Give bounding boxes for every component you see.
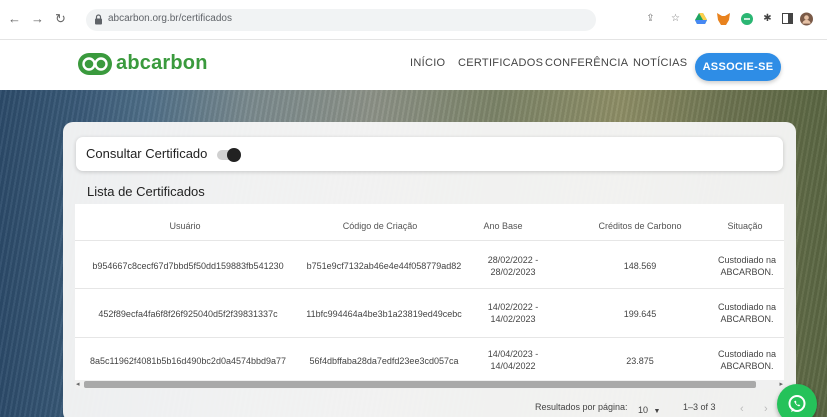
scroll-right-icon[interactable]: ▸ [779, 380, 783, 388]
column-header-situacao[interactable]: Situação [715, 221, 775, 231]
row-divider [75, 337, 784, 338]
cell-creditos: 23.875 [626, 356, 654, 366]
back-icon[interactable]: ← [8, 12, 21, 26]
chevron-down-icon: ▼ [653, 408, 661, 415]
puzzle-icon[interactable]: ✱ [761, 12, 774, 25]
nav-inicio[interactable]: INÍCIO [410, 57, 445, 69]
profile-avatar[interactable] [800, 12, 813, 25]
cell-ano-base-end: 28/02/2023 [490, 267, 536, 277]
metamask-icon[interactable] [717, 12, 730, 25]
cell-situacao-line1: Custodiado na [717, 255, 777, 265]
cell-ano-base-start: 28/02/2022 - [487, 255, 539, 265]
column-header-usuario[interactable]: Usuário [155, 221, 215, 231]
rows-per-page-value: 10 [638, 405, 649, 415]
cell-creditos: 199.645 [623, 309, 657, 319]
cell-usuario: b954667c8cecf67d7bbd5f50dd159883fb541230 [92, 261, 284, 271]
share-icon[interactable]: ⇪ [644, 12, 657, 25]
whatsapp-button[interactable] [777, 384, 817, 417]
nav-noticias[interactable]: NOTÍCIAS [633, 57, 687, 69]
brand-name: abcarbon [116, 52, 208, 74]
cell-situacao-line1: Custodiado na [717, 302, 777, 312]
nav-certificados[interactable]: CERTIFICADOS [458, 57, 543, 69]
column-header-creditos[interactable]: Créditos de Carbono [585, 221, 695, 231]
rows-per-page-select[interactable]: 10 ▼ [638, 405, 660, 415]
toggle-knob [227, 148, 241, 162]
cell-creditos: 148.569 [623, 261, 657, 271]
site-header: abcarbon INÍCIO CERTIFICADOS CONFERÊNCIA… [0, 40, 827, 90]
browser-toolbar: ← → ↻ abcarbon.org.br/certificados ⇪ ☆ ✱ [0, 0, 827, 40]
cell-ano-base-start: 14/02/2022 - [487, 302, 539, 312]
address-bar[interactable]: abcarbon.org.br/certificados [86, 9, 596, 31]
prev-page-icon[interactable]: ‹ [740, 403, 744, 415]
cell-situacao-line2: ABCARBON. [720, 267, 774, 277]
scroll-left-icon[interactable]: ◂ [76, 380, 80, 388]
certificates-list-title: Lista de Certificados [87, 184, 205, 199]
column-header-codigo[interactable]: Código de Criação [315, 221, 445, 231]
pagination-range: 1–3 of 3 [683, 402, 716, 412]
row-divider [75, 288, 784, 289]
site-logo[interactable]: abcarbon [78, 52, 208, 75]
abcarbon-logo-icon [78, 52, 112, 75]
cell-situacao-line1: Custodiado na [717, 349, 777, 359]
cell-ano-base-end: 14/02/2023 [490, 314, 536, 324]
cell-ano-base-end: 14/04/2022 [490, 361, 536, 371]
whatsapp-icon [788, 395, 806, 412]
cell-ano-base-start: 14/04/2023 - [487, 349, 539, 359]
consult-certificate-label: Consultar Certificado [86, 146, 208, 161]
certificates-table: Usuário Código de Criação Ano Base Crédi… [75, 204, 784, 384]
sidebar-icon[interactable] [781, 12, 794, 25]
consult-certificate-bar: Consultar Certificado [76, 137, 783, 171]
forward-icon[interactable]: → [31, 12, 44, 26]
cell-situacao-line2: ABCARBON. [720, 314, 774, 324]
green-ext-icon[interactable] [740, 12, 753, 25]
rows-per-page-label: Resultados por página: [535, 402, 628, 412]
lock-icon [95, 14, 102, 25]
header-divider [75, 240, 784, 241]
cell-usuario: 452f89ecfa4fa6f8f26f925040d5f2f39831337c [98, 309, 278, 319]
next-page-icon[interactable]: › [764, 403, 768, 415]
scrollbar-thumb[interactable] [84, 381, 756, 388]
star-icon[interactable]: ☆ [669, 12, 682, 25]
nav-conferencia[interactable]: CONFERÊNCIA [545, 57, 628, 69]
cell-codigo: b751e9cf7132ab46e4e44f058779ad82 [306, 261, 462, 271]
cell-situacao-line2: ABCARBON. [720, 361, 774, 371]
cell-codigo: 56f4dbffaba28da7edfd23ee3cd057ca [309, 356, 459, 366]
column-header-ano-base[interactable]: Ano Base [473, 221, 533, 231]
drive-icon[interactable] [694, 12, 707, 25]
url-text: abcarbon.org.br/certificados [108, 13, 232, 24]
reload-icon[interactable]: ↻ [55, 12, 66, 26]
cell-codigo: 11bfc994464a4be3b1a23819ed49cebc [306, 309, 462, 319]
table-horizontal-scrollbar[interactable]: ◂ ▸ [75, 380, 784, 389]
cell-usuario: 8a5c11962f4081b5b16d490bc2d0a4574bbd9a77 [89, 356, 287, 366]
consult-toggle[interactable] [217, 148, 241, 162]
associe-se-button[interactable]: ASSOCIE-SE [695, 53, 781, 81]
